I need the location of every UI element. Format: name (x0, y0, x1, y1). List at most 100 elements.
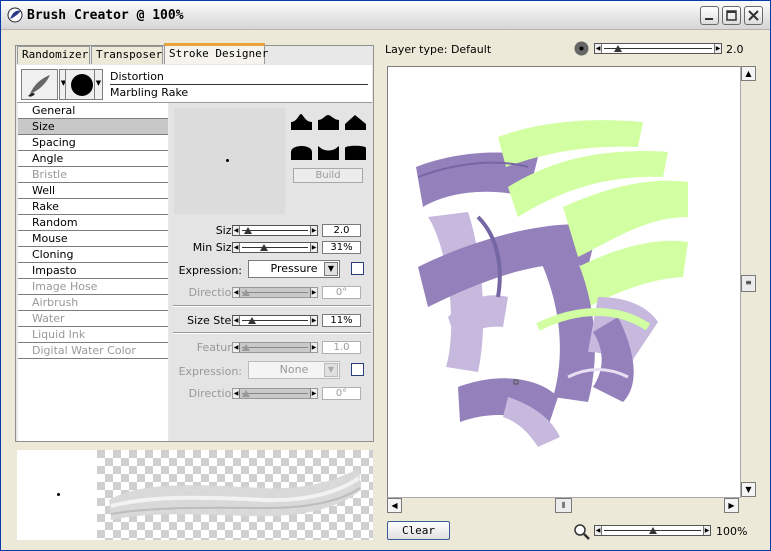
horizontal-scroll-thumb[interactable]: ⦀ (555, 498, 572, 513)
category-item[interactable]: General (18, 103, 168, 119)
minimize-button[interactable] (700, 6, 719, 25)
size-value[interactable]: 2.0 (322, 224, 361, 237)
canvas-horizontal-scrollbar[interactable]: ◀ ⦀ ▶ (387, 497, 740, 513)
arrow-left-icon[interactable]: ◀ (233, 343, 240, 352)
arrow-right-icon[interactable]: ▶ (714, 44, 721, 53)
category-item[interactable]: Spacing (18, 135, 168, 151)
category-item[interactable]: Angle (18, 151, 168, 167)
arrow-right-icon[interactable]: ▶ (703, 526, 710, 535)
feature-slider[interactable]: ◀ ▶ (232, 342, 318, 353)
feature-value[interactable]: 1.0 (322, 341, 361, 354)
direction-label: Direction: (188, 286, 242, 299)
slider-thumb[interactable] (242, 390, 250, 397)
min-size-label: Min Size: (192, 241, 242, 254)
tab-stroke-designer[interactable]: Stroke Designer (164, 43, 268, 64)
category-item[interactable]: Mouse (18, 231, 168, 247)
dab-profile-watercolor-icon[interactable] (318, 140, 339, 161)
chevron-down-icon: ▼ (324, 262, 338, 276)
arrow-left-icon[interactable]: ◀ (233, 389, 240, 398)
direction2-slider[interactable]: ◀ ▶ (232, 388, 318, 399)
expression2-select[interactable]: None ▼ (248, 361, 340, 379)
maximize-button[interactable] (722, 6, 741, 25)
brush-size-slider[interactable]: ◀ ▶ (594, 43, 722, 54)
zoom-value: 100% (716, 525, 748, 538)
direction-slider[interactable]: ◀ ▶ (232, 287, 318, 298)
dab-profile-pointed-icon[interactable] (291, 112, 312, 133)
category-item[interactable]: Random (18, 215, 168, 231)
dab-preview-dot (226, 159, 229, 162)
title-bar[interactable]: Brush Creator @ 100% (1, 1, 770, 30)
size-slider[interactable]: ◀ ▶ (232, 225, 318, 236)
brush-category-name: Distortion (110, 70, 368, 85)
arrow-right-icon[interactable]: ▶ (310, 226, 317, 235)
scroll-right-icon[interactable]: ▶ (724, 498, 739, 513)
direction-value[interactable]: 0° (322, 286, 361, 299)
dab-profile-linear-icon[interactable] (345, 112, 366, 133)
build-button[interactable]: Build (293, 168, 363, 183)
expression2-invert-checkbox[interactable] (351, 363, 364, 376)
slider-thumb[interactable] (648, 527, 657, 534)
category-item[interactable]: Impasto (18, 263, 168, 279)
vertical-scroll-thumb[interactable]: ≡ (741, 275, 756, 292)
arrow-right-icon[interactable]: ▶ (310, 243, 317, 252)
min-size-value[interactable]: 31% (322, 241, 361, 254)
brush-creator-window: Brush Creator @ 100% Randomizer Transpos… (0, 0, 771, 551)
scroll-left-icon[interactable]: ◀ (387, 498, 402, 513)
direction2-value[interactable]: 0° (322, 387, 361, 400)
brush-size-dot-icon (574, 41, 589, 56)
close-button[interactable] (744, 6, 763, 25)
brush-variant-dropdown[interactable]: ▼ (94, 69, 103, 100)
slider-thumb[interactable] (242, 344, 250, 351)
slider-thumb[interactable] (614, 45, 622, 52)
category-item[interactable]: Cloning (18, 247, 168, 263)
arrow-right-icon[interactable]: ▶ (310, 389, 317, 398)
zoom-slider[interactable]: ◀ ▶ (594, 525, 711, 536)
arrow-left-icon[interactable]: ◀ (595, 526, 602, 535)
section-divider (173, 332, 371, 334)
slider-thumb[interactable] (259, 244, 268, 251)
arrow-left-icon[interactable]: ◀ (233, 288, 240, 297)
feature-label: Feature: (196, 341, 242, 354)
size-step-slider[interactable]: ◀ ▶ (232, 315, 318, 326)
category-item: Liquid Ink (18, 327, 168, 343)
size-step-value[interactable]: 11% (322, 314, 361, 327)
category-item: Airbrush (18, 295, 168, 311)
arrow-left-icon[interactable]: ◀ (233, 316, 240, 325)
chevron-down-icon: ▼ (324, 363, 338, 377)
scroll-down-icon[interactable]: ▼ (741, 482, 756, 497)
zoom-icon (574, 524, 590, 540)
expression-invert-checkbox[interactable] (351, 262, 364, 275)
dab-profile-1pixel-icon[interactable] (345, 140, 366, 161)
brush-variant-name: Marbling Rake (110, 86, 189, 99)
category-item[interactable]: Well (18, 183, 168, 199)
clear-button[interactable]: Clear (387, 521, 450, 540)
arrow-left-icon[interactable]: ◀ (233, 243, 240, 252)
tab-transposer[interactable]: Transposer (91, 46, 163, 64)
dab-profile-medium-icon[interactable] (318, 112, 339, 133)
arrow-right-icon[interactable]: ▶ (310, 288, 317, 297)
arrow-right-icon[interactable]: ▶ (310, 316, 317, 325)
brush-selector-bar: ▼ ▼ Distortion Marbling Rake (17, 65, 372, 103)
tab-randomizer[interactable]: Randomizer (17, 46, 90, 64)
stroke-preview-dot (57, 493, 60, 496)
brush-icon (28, 75, 50, 97)
category-item[interactable]: Size (18, 119, 168, 135)
slider-thumb[interactable] (244, 227, 253, 234)
category-item[interactable]: Rake (18, 199, 168, 215)
close-icon (748, 10, 759, 21)
slider-track (242, 292, 308, 293)
scroll-up-icon[interactable]: ▲ (741, 66, 756, 81)
slider-thumb[interactable] (242, 289, 250, 296)
arrow-left-icon[interactable]: ◀ (595, 44, 602, 53)
expression-select[interactable]: Pressure ▼ (248, 260, 340, 278)
brush-category-selector[interactable] (21, 69, 58, 100)
min-size-slider[interactable]: ◀ ▶ (232, 242, 318, 253)
stroke-preview (17, 450, 373, 540)
canvas-vertical-scrollbar[interactable]: ▲ ≡ ▼ (740, 66, 757, 498)
slider-thumb[interactable] (248, 317, 257, 324)
dab-profile-dull-icon[interactable] (291, 140, 312, 161)
scratch-pad-canvas[interactable] (387, 66, 757, 513)
expression-select-value: Pressure (270, 262, 318, 275)
arrow-right-icon[interactable]: ▶ (310, 343, 317, 352)
arrow-left-icon[interactable]: ◀ (233, 226, 240, 235)
